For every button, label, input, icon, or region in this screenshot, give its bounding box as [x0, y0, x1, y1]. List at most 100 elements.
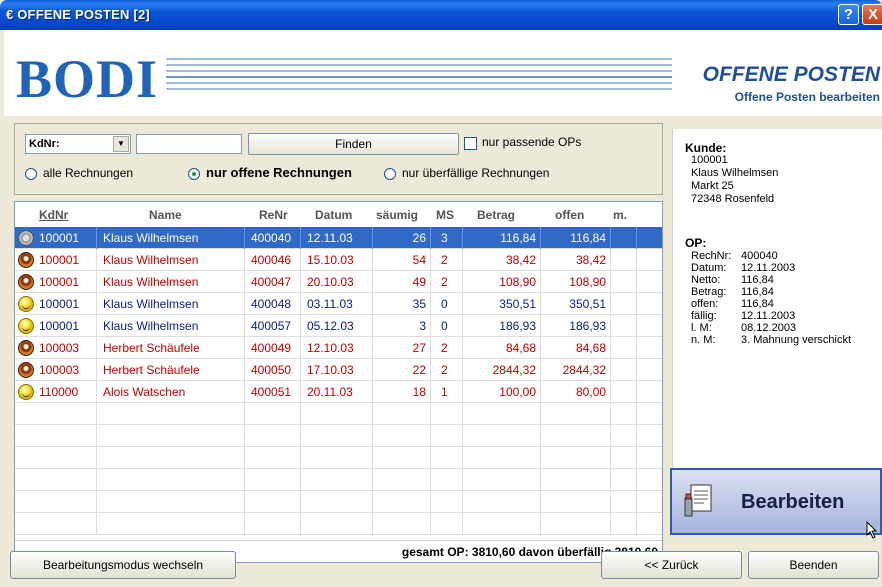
radio-overdue-invoices[interactable]: [384, 168, 396, 180]
cell-name: Klaus Wilhelmsen: [97, 227, 245, 249]
cell-betrag: 38,42: [463, 249, 541, 271]
back-button[interactable]: << Zurück: [601, 551, 742, 579]
op-detail-key: offen:: [691, 298, 719, 310]
edit-button-label: Bearbeiten: [741, 491, 845, 513]
cell-saeumig: 18: [373, 381, 431, 403]
cell-datum: 12.11.03: [301, 227, 373, 249]
table-body: 100001 Klaus Wilhelmsen 400040 12.11.03 26 3 1…: [15, 227, 662, 535]
logo-stripes: [166, 58, 672, 96]
cell-offen: 108,90: [541, 271, 611, 293]
search-field-combo[interactable]: KdNr: ▼: [25, 134, 131, 154]
cell-datum: 03.11.03: [301, 293, 373, 315]
table-row[interactable]: 100003 Herbert Schäufele 400049 12.10.03 27 2…: [15, 337, 662, 359]
cell-datum: 15.10.03: [301, 249, 373, 271]
cell-datum: 20.11.03: [301, 381, 373, 403]
cell-renr: [245, 469, 301, 491]
header-banner: BODI OFFENE POSTEN Offene Posten bearbei…: [4, 30, 882, 116]
column-header-name[interactable]: Name: [149, 208, 182, 222]
cell-name: Alois Watschen: [97, 381, 245, 403]
cell-offen: 186,93: [541, 315, 611, 337]
cell-name: [97, 447, 245, 469]
help-button[interactable]: ?: [838, 4, 859, 25]
table-row[interactable]: 100001 Klaus Wilhelmsen 400047 20.10.03 49 2 1…: [15, 271, 662, 293]
op-detail-value: 3. Mahnung verschickt: [741, 334, 852, 346]
close-button[interactable]: X: [862, 4, 882, 25]
matching-ops-checkbox[interactable]: [464, 137, 477, 150]
cell-ms: [431, 425, 463, 447]
cell-ms: 0: [431, 293, 463, 315]
cell-ms: 2: [431, 271, 463, 293]
cell-m: [611, 315, 637, 337]
chevron-down-icon[interactable]: ▼: [113, 136, 129, 152]
cell-m: [611, 337, 637, 359]
cell-datum: [301, 425, 373, 447]
cell-offen: 38,42: [541, 249, 611, 271]
radio-overdue-label: nur überfällige Rechnungen: [402, 166, 550, 180]
table-row: [15, 425, 662, 447]
cell-ms: [431, 469, 463, 491]
cell-betrag: 186,93: [463, 315, 541, 337]
op-detail-line: Betrag: 116,84: [691, 286, 774, 298]
column-header-datum[interactable]: Datum: [315, 208, 352, 222]
column-header-ms[interactable]: MS: [436, 208, 454, 222]
table-row[interactable]: 110000 Alois Watschen 400051 20.11.03 18 1 100…: [15, 381, 662, 403]
table-row[interactable]: 100001 Klaus Wilhelmsen 400057 05.12.03 3 0 18…: [15, 315, 662, 337]
cell-kdnr: [15, 491, 97, 513]
op-detail-key: Betrag:: [691, 286, 727, 298]
table-row[interactable]: 100003 Herbert Schäufele 400050 17.10.03 22 2…: [15, 359, 662, 381]
column-header-betrag[interactable]: Betrag: [477, 208, 515, 222]
edit-button[interactable]: Bearbeiten: [670, 468, 882, 535]
cell-m: [611, 381, 637, 403]
cell-name: [97, 469, 245, 491]
cell-ms: 2: [431, 359, 463, 381]
find-button[interactable]: Finden: [248, 133, 459, 155]
title-bar: € OFFENE POSTEN [2] ? X: [0, 0, 882, 30]
column-header-kdnr[interactable]: KdNr: [39, 208, 68, 222]
cell-saeumig: [373, 513, 431, 535]
switch-mode-button[interactable]: Bearbeitungsmodus wechseln: [10, 551, 236, 579]
smiley-icon: [18, 384, 34, 400]
cell-saeumig: 54: [373, 249, 431, 271]
op-detail-value: 116,84: [741, 274, 774, 286]
cell-name: [97, 403, 245, 425]
cell-betrag: 84,68: [463, 337, 541, 359]
cell-saeumig: [373, 491, 431, 513]
cell-renr: [245, 425, 301, 447]
cell-offen: [541, 447, 611, 469]
table-row[interactable]: 100001 Klaus Wilhelmsen 400048 03.11.03 35 0 3…: [15, 293, 662, 315]
op-detail-line: Netto: 116,84: [691, 274, 774, 286]
combo-value: KdNr:: [29, 138, 60, 150]
alarm-clock-icon: [18, 274, 34, 290]
cell-kdnr: [15, 425, 97, 447]
customer-name: Klaus Wilhelmsen: [691, 167, 779, 179]
cell-name: Herbert Schäufele: [97, 359, 245, 381]
cell-saeumig: 3: [373, 315, 431, 337]
cell-offen: 84,68: [541, 337, 611, 359]
column-header-renr[interactable]: ReNr: [259, 208, 288, 222]
op-detail-key: RechNr:: [691, 250, 732, 262]
cell-offen: 2844,32: [541, 359, 611, 381]
column-header-saeumig[interactable]: säumig: [376, 208, 418, 222]
cell-offen: 80,00: [541, 381, 611, 403]
radio-all-invoices[interactable]: [25, 168, 37, 180]
cell-m: [611, 271, 637, 293]
document-edit-icon: [684, 484, 712, 517]
cell-name: [97, 425, 245, 447]
cell-ms: [431, 447, 463, 469]
cell-kdnr: [15, 513, 97, 535]
radio-open-invoices[interactable]: [188, 168, 200, 180]
quit-button[interactable]: Beenden: [748, 551, 879, 579]
column-header-m[interactable]: m.: [613, 208, 627, 222]
table-row[interactable]: 100001 Klaus Wilhelmsen 400040 12.11.03 26 3 1…: [15, 227, 662, 249]
cell-name: Klaus Wilhelmsen: [97, 249, 245, 271]
search-input[interactable]: [136, 134, 242, 154]
cell-name: Klaus Wilhelmsen: [97, 315, 245, 337]
cell-datum: 20.10.03: [301, 271, 373, 293]
page-title: OFFENE POSTEN: [702, 63, 880, 86]
alarm-clock-icon: [18, 252, 34, 268]
cell-offen: 350,51: [541, 293, 611, 315]
table-row[interactable]: 100001 Klaus Wilhelmsen 400046 15.10.03 54 2 3…: [15, 249, 662, 271]
column-header-offen[interactable]: offen: [555, 208, 584, 222]
table-header: KdNr Name ReNr Datum säumig MS Betrag of…: [15, 202, 662, 226]
cell-offen: [541, 469, 611, 491]
